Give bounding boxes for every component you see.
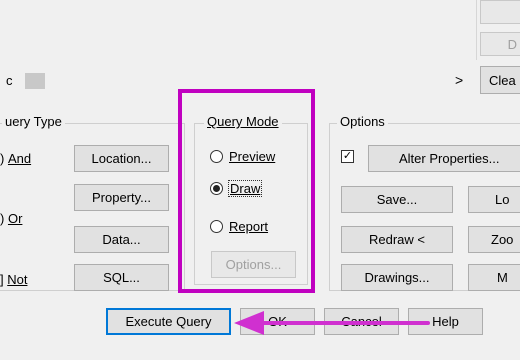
search-color-swatch	[25, 73, 45, 89]
clear-button[interactable]: Clea	[480, 66, 520, 94]
and-label: And	[7, 151, 32, 166]
options-legend: Options	[337, 114, 388, 129]
and-radio[interactable]: ) And	[0, 151, 31, 166]
location-button[interactable]: Location...	[74, 145, 169, 172]
zoom-button-partial[interactable]: Zoo	[468, 226, 520, 253]
or-radio[interactable]: ) Or	[0, 211, 22, 226]
search-partial-label: c	[6, 73, 13, 88]
not-label: Not	[7, 272, 28, 287]
sql-button[interactable]: SQL...	[74, 264, 169, 291]
checkmark-icon: ✓	[341, 150, 354, 163]
top-button-1[interactable]	[480, 0, 520, 24]
alter-properties-checkbox[interactable]: ✓	[341, 150, 354, 163]
divider-vertical	[476, 0, 477, 60]
more-button-partial[interactable]: M	[468, 264, 520, 291]
alter-properties-button[interactable]: Alter Properties...	[368, 145, 520, 172]
not-checkbox[interactable]: ] Not	[0, 272, 27, 287]
or-label: Or	[7, 211, 23, 226]
drawings-button[interactable]: Drawings...	[341, 264, 453, 291]
annotation-arrow-icon	[234, 311, 430, 335]
chevron-right-icon[interactable]: >	[455, 72, 463, 88]
save-button[interactable]: Save...	[341, 186, 453, 213]
highlight-box	[178, 89, 315, 293]
redraw-button[interactable]: Redraw <	[341, 226, 453, 253]
checkbox-partial-not: ]	[0, 272, 8, 287]
data-button[interactable]: Data...	[74, 226, 169, 253]
radio-partial-and: )	[0, 151, 8, 166]
load-button-partial[interactable]: Lo	[468, 186, 520, 213]
query-type-legend: uery Type	[2, 114, 65, 129]
property-button[interactable]: Property...	[74, 184, 169, 211]
top-button-2[interactable]: D	[480, 32, 520, 56]
radio-partial-or: )	[0, 211, 8, 226]
execute-query-button[interactable]: Execute Query	[106, 308, 231, 335]
